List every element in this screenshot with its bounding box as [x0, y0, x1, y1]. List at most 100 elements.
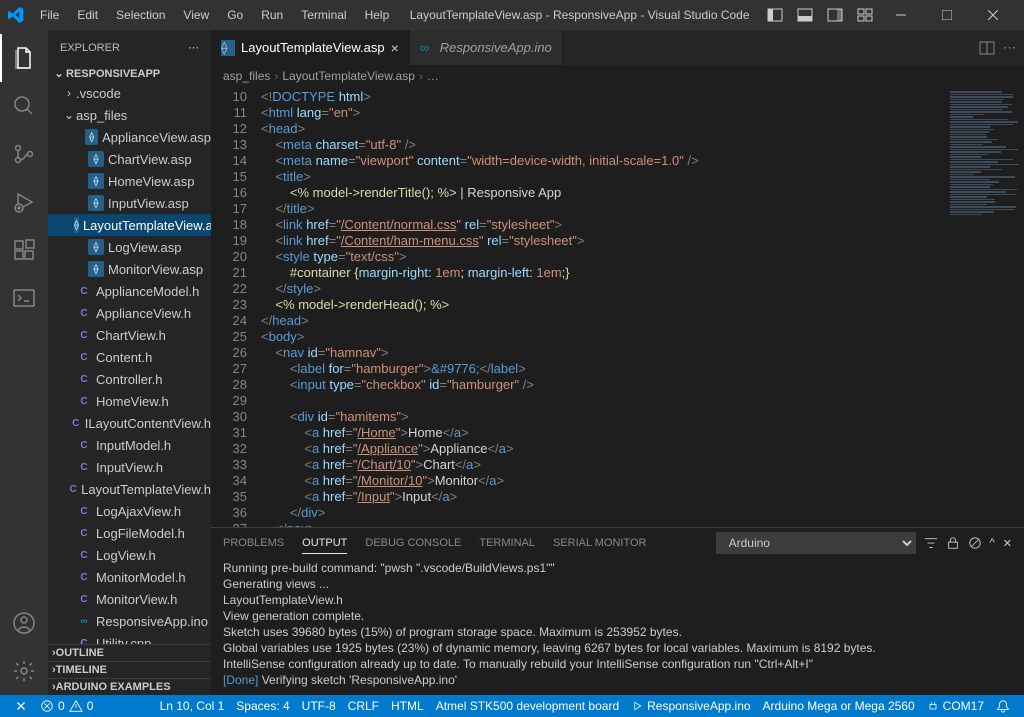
lock-icon[interactable] — [946, 536, 960, 550]
tab-actions: ⋯ — [971, 30, 1024, 65]
status-encoding[interactable]: UTF-8 — [296, 699, 342, 713]
output-channel-select[interactable]: Arduino — [716, 532, 916, 554]
breadcrumb-part[interactable]: asp_files — [223, 69, 270, 83]
tree-item-inputmodel-h[interactable]: CInputModel.h — [48, 434, 211, 456]
accounts-icon[interactable] — [0, 599, 48, 647]
tree-item-applianceview-h[interactable]: CApplianceView.h — [48, 302, 211, 324]
editor[interactable]: 1011121314151617181920212223242526272829… — [211, 87, 1024, 527]
status-bell-icon[interactable] — [990, 699, 1016, 713]
layout-left-icon[interactable] — [762, 2, 788, 28]
tree-item-ilayoutcontentview-h[interactable]: CILayoutContentView.h — [48, 412, 211, 434]
layout-bottom-icon[interactable] — [792, 2, 818, 28]
menu-view[interactable]: View — [175, 4, 217, 26]
minimap[interactable] — [934, 87, 1024, 527]
timeline-section[interactable]: ›TIMELINE — [48, 661, 211, 678]
menu-selection[interactable]: Selection — [108, 4, 173, 26]
tree-item-layouttemplateview-asp[interactable]: ⟠LayoutTemplateView.asp — [48, 214, 211, 236]
close-tab-icon[interactable]: × — [391, 40, 399, 56]
statusbar: 0 0 Ln 10, Col 1 Spaces: 4 UTF-8 CRLF HT… — [0, 695, 1024, 717]
tree-item-logajaxview-h[interactable]: CLogAjaxView.h — [48, 500, 211, 522]
window-minimize[interactable] — [878, 0, 924, 30]
explorer-icon[interactable] — [0, 34, 48, 82]
tree-item-monitorview-asp[interactable]: ⟠MonitorView.asp — [48, 258, 211, 280]
tree-item-responsiveapp-ino[interactable]: ∞ResponsiveApp.ino — [48, 610, 211, 632]
status-problems[interactable]: 0 0 — [34, 699, 99, 713]
status-remote[interactable] — [8, 699, 34, 713]
breadcrumb[interactable]: asp_files › LayoutTemplateView.asp › … — [211, 65, 1024, 87]
tree-item-inputview-asp[interactable]: ⟠InputView.asp — [48, 192, 211, 214]
window-close[interactable] — [970, 0, 1016, 30]
tree-item-monitorview-h[interactable]: CMonitorView.h — [48, 588, 211, 610]
menu-edit[interactable]: Edit — [69, 4, 106, 26]
breadcrumb-part[interactable]: … — [427, 69, 439, 83]
status-sketch[interactable]: ResponsiveApp.ino — [625, 699, 756, 713]
code-content[interactable]: <!DOCTYPE html><html lang="en"><head> <m… — [261, 87, 934, 527]
workspace-root[interactable]: ⌄ RESPONSIVEAPP — [48, 65, 211, 82]
panel-tab-output[interactable]: OUTPUT — [302, 533, 347, 554]
extensions-icon[interactable] — [0, 226, 48, 274]
layout-customize-icon[interactable] — [852, 2, 878, 28]
tree-item-utility-cpp[interactable]: CUtility.cpp — [48, 632, 211, 644]
editor-tabs: ⟠LayoutTemplateView.asp×∞ResponsiveApp.i… — [211, 30, 1024, 65]
tree-item-applianceview-asp[interactable]: ⟠ApplianceView.asp — [48, 126, 211, 148]
more-actions-icon[interactable]: ⋯ — [1003, 40, 1016, 56]
tab-responsiveapp-ino[interactable]: ∞ResponsiveApp.ino — [410, 30, 563, 65]
status-board[interactable]: Arduino Mega or Mega 2560 — [757, 699, 921, 713]
panel: PROBLEMS OUTPUT DEBUG CONSOLE TERMINAL SERIA… — [211, 527, 1024, 695]
sidebar: EXPLORER ⋯ ⌄ RESPONSIVEAPP ›.vscode⌄asp_… — [48, 30, 211, 695]
menu-run[interactable]: Run — [253, 4, 291, 26]
menu-terminal[interactable]: Terminal — [293, 4, 354, 26]
settings-icon[interactable] — [0, 647, 48, 695]
outline-section[interactable]: ›OUTLINE — [48, 644, 211, 661]
tree-item-chartview-h[interactable]: CChartView.h — [48, 324, 211, 346]
clear-icon[interactable] — [968, 536, 982, 550]
tree-item-chartview-asp[interactable]: ⟠ChartView.asp — [48, 148, 211, 170]
vscode-logo-icon — [8, 7, 24, 23]
status-indent[interactable]: Spaces: 4 — [230, 699, 295, 713]
tree-item-homeview-h[interactable]: CHomeView.h — [48, 390, 211, 412]
editor-area: ⟠LayoutTemplateView.asp×∞ResponsiveApp.i… — [211, 30, 1024, 695]
tree-item-controller-h[interactable]: CController.h — [48, 368, 211, 390]
tree-item-inputview-h[interactable]: CInputView.h — [48, 456, 211, 478]
menu-go[interactable]: Go — [219, 4, 251, 26]
layout-right-icon[interactable] — [822, 2, 848, 28]
run-debug-icon[interactable] — [0, 178, 48, 226]
tree-item-logview-h[interactable]: CLogView.h — [48, 544, 211, 566]
output-body[interactable]: Running pre-build command: "pwsh ".vscod… — [211, 558, 1024, 695]
file-tree[interactable]: ›.vscode⌄asp_files⟠ApplianceView.asp⟠Cha… — [48, 82, 211, 644]
panel-tab-terminal[interactable]: TERMINAL — [479, 533, 535, 553]
source-control-icon[interactable] — [0, 130, 48, 178]
status-language[interactable]: HTML — [385, 699, 430, 713]
panel-tab-problems[interactable]: PROBLEMS — [223, 533, 284, 553]
tree-item-monitormodel-h[interactable]: CMonitorModel.h — [48, 566, 211, 588]
tree-item--vscode[interactable]: ›.vscode — [48, 82, 211, 104]
tree-item-asp-files[interactable]: ⌄asp_files — [48, 104, 211, 126]
window-maximize[interactable] — [924, 0, 970, 30]
tree-item-layouttemplateview-h[interactable]: CLayoutTemplateView.h — [48, 478, 211, 500]
menu-file[interactable]: File — [32, 4, 67, 26]
filter-icon[interactable] — [924, 536, 938, 550]
panel-tab-serial-monitor[interactable]: SERIAL MONITOR — [553, 533, 647, 553]
panel-tab-debug-console[interactable]: DEBUG CONSOLE — [365, 533, 461, 553]
status-port[interactable]: COM17 — [921, 699, 990, 713]
menu-help[interactable]: Help — [357, 4, 398, 26]
breadcrumb-part[interactable]: LayoutTemplateView.asp — [282, 69, 415, 83]
status-cursor[interactable]: Ln 10, Col 1 — [154, 699, 231, 713]
sidebar-more-icon[interactable]: ⋯ — [188, 41, 199, 54]
terminal-icon[interactable] — [0, 274, 48, 322]
tree-item-homeview-asp[interactable]: ⟠HomeView.asp — [48, 170, 211, 192]
tab-layouttemplateview-asp[interactable]: ⟠LayoutTemplateView.asp× — [211, 30, 410, 65]
panel-tabs: PROBLEMS OUTPUT DEBUG CONSOLE TERMINAL SERIA… — [211, 528, 1024, 558]
tree-item-appliancemodel-h[interactable]: CApplianceModel.h — [48, 280, 211, 302]
arduino-examples-section[interactable]: ›ARDUINO EXAMPLES — [48, 678, 211, 695]
close-panel-icon[interactable]: ✕ — [1003, 537, 1012, 550]
tree-item-logview-asp[interactable]: ⟠LogView.asp — [48, 236, 211, 258]
split-editor-icon[interactable] — [979, 40, 995, 56]
tree-item-logfilemodel-h[interactable]: CLogFileModel.h — [48, 522, 211, 544]
search-icon[interactable] — [0, 82, 48, 130]
status-eol[interactable]: CRLF — [342, 699, 385, 713]
breadcrumb-separator: › — [274, 69, 278, 83]
maximize-panel-icon[interactable]: ^ — [990, 537, 995, 549]
status-programmer[interactable]: Atmel STK500 development board — [430, 699, 625, 713]
tree-item-content-h[interactable]: CContent.h — [48, 346, 211, 368]
